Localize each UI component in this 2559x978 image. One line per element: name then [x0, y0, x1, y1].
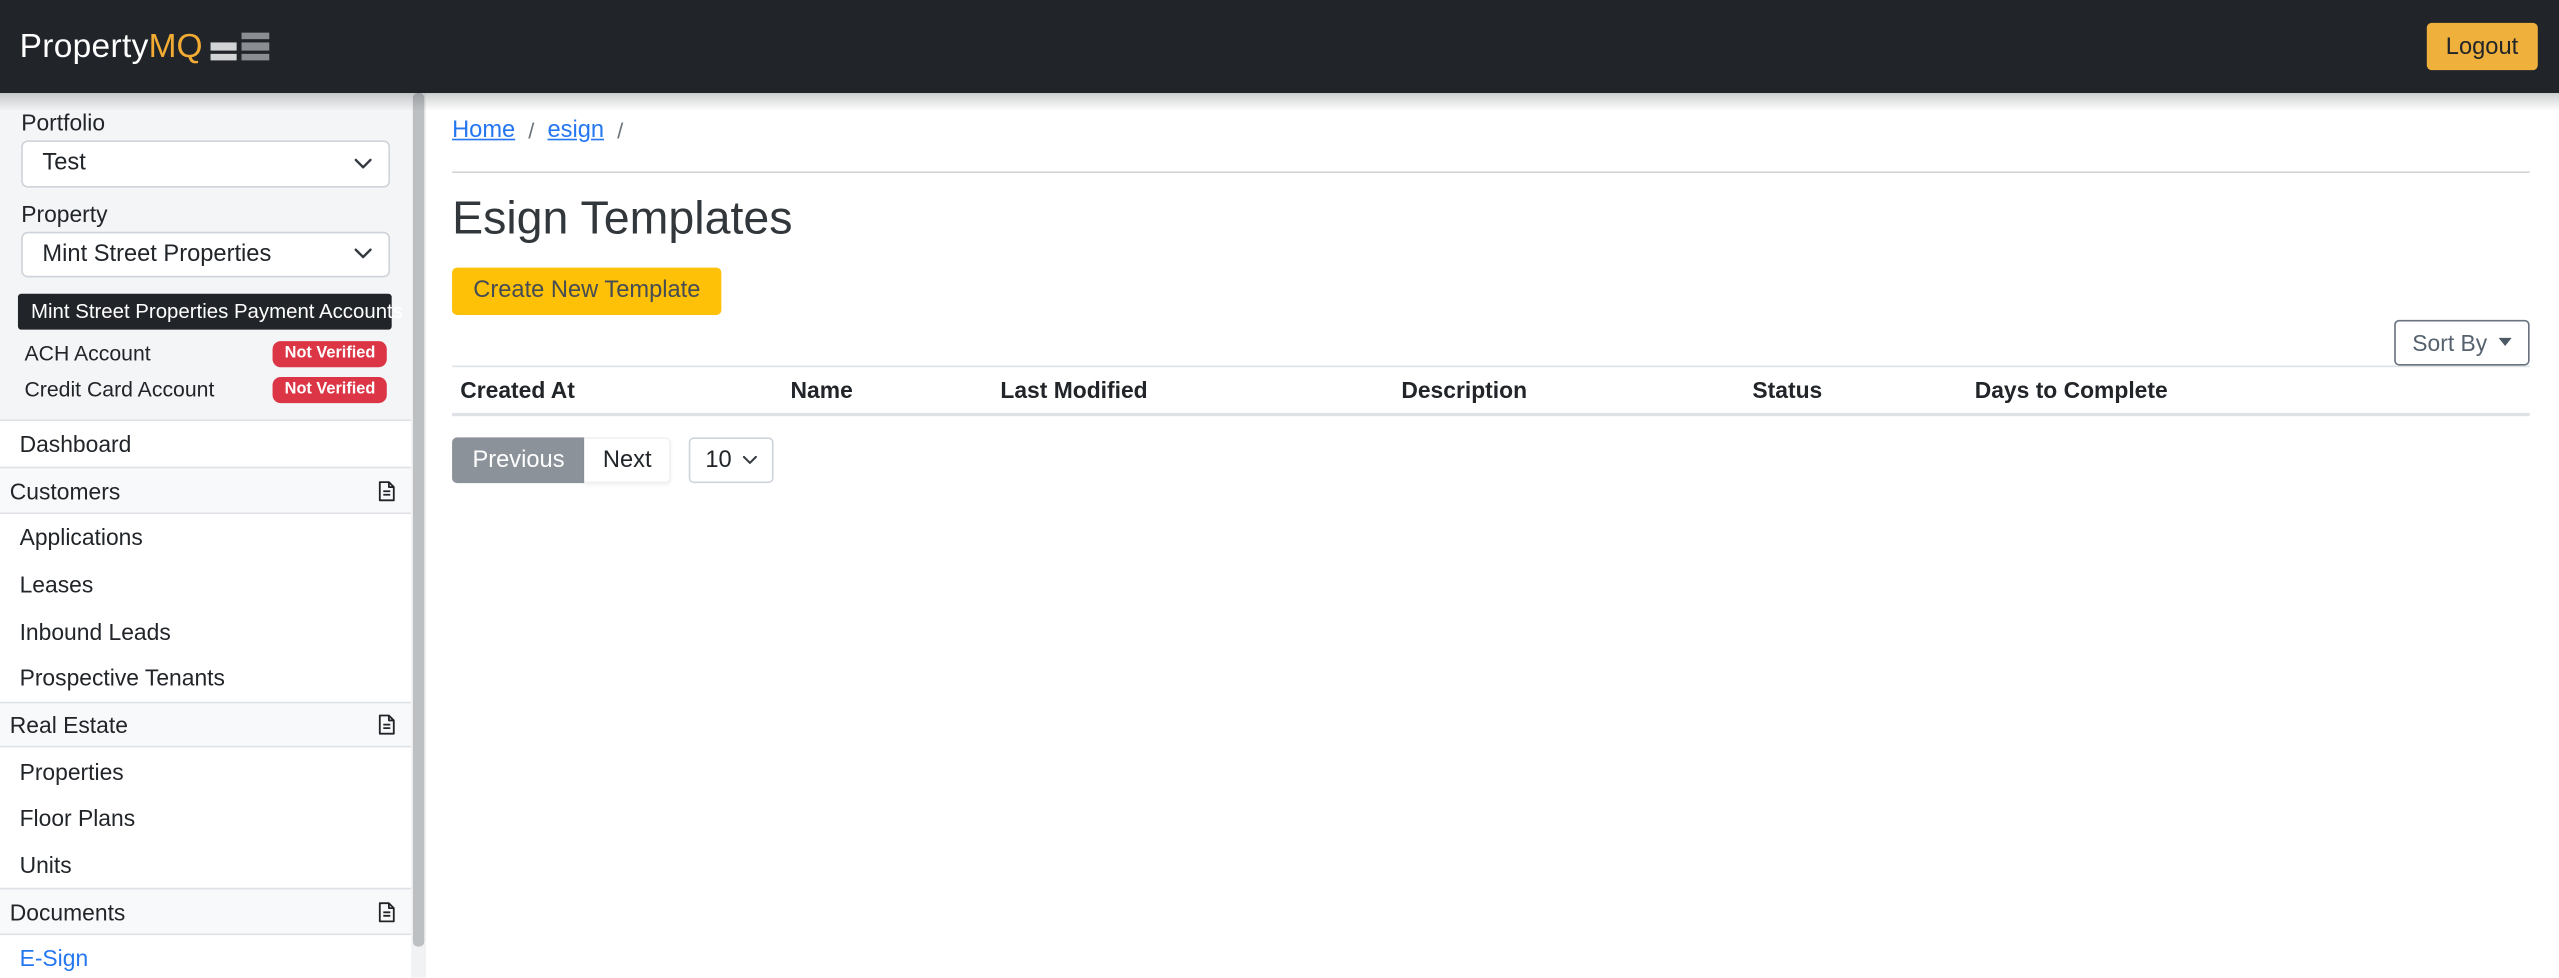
create-new-template-button[interactable]: Create New Template	[452, 268, 722, 315]
sidebar-label: Real Estate	[10, 712, 128, 738]
status-badge: Not Verified	[273, 340, 387, 366]
sidebar-item-properties[interactable]: Properties	[0, 748, 411, 795]
document-icon	[377, 900, 397, 923]
sidebar-label: Dashboard	[20, 431, 132, 457]
payment-accounts-header: Mint Street Properties Payment Accounts	[18, 294, 392, 329]
sidebar-nav: Dashboard Customers Applications Leases Inb…	[0, 419, 411, 978]
chevron-down-icon	[743, 455, 758, 465]
pagination: Previous Next 10	[452, 437, 2530, 483]
sidebar-item-applications[interactable]: Applications	[0, 514, 411, 561]
brand-text-mq: MQ	[149, 27, 203, 66]
caret-down-icon	[2499, 338, 2512, 346]
payment-account-row-credit-card-account: Credit Card Account Not Verified	[0, 371, 411, 407]
sidebar-label: Floor Plans	[20, 805, 136, 831]
main-content: Home / esign / Esign Templates Create New T…	[426, 93, 2559, 978]
page-size-select[interactable]: 10	[689, 437, 774, 483]
account-name: Credit Card Account	[24, 377, 214, 401]
sidebar-label: Properties	[20, 758, 124, 784]
document-icon	[377, 479, 397, 502]
property-select[interactable]: Mint Street Properties	[21, 231, 390, 278]
sidebar-label: E-Sign	[20, 946, 89, 972]
page-size-value: 10	[705, 447, 731, 473]
column-header-created-at: Created At	[452, 366, 782, 414]
scrollbar-thumb[interactable]	[413, 93, 424, 947]
brand-bars-icon	[211, 32, 270, 61]
breadcrumb-link-esign[interactable]: esign	[547, 118, 604, 146]
sort-by-label: Sort By	[2412, 329, 2487, 355]
property-select-value: Mint Street Properties	[42, 241, 271, 267]
payment-account-row-ach-account: ACH Account Not Verified	[0, 335, 411, 371]
column-header-description: Description	[1393, 366, 1744, 414]
sidebar-item-prospective-tenants[interactable]: Prospective Tenants	[0, 654, 411, 701]
column-header-name: Name	[782, 366, 992, 414]
templates-table: Created AtNameLast ModifiedDescriptionSt…	[452, 366, 2530, 417]
sidebar-label: Units	[20, 852, 72, 878]
sidebar-scrollbar[interactable]	[411, 93, 426, 978]
brand-text-property: Property	[20, 27, 149, 66]
sidebar-item-inbound-leads[interactable]: Inbound Leads	[0, 608, 411, 655]
breadcrumb-link-home[interactable]: Home	[452, 118, 515, 146]
sidebar-label: Leases	[20, 571, 94, 597]
breadcrumb-separator: /	[617, 118, 623, 146]
sidebar-item-dashboard[interactable]: Dashboard	[0, 420, 411, 467]
sidebar-section-real-estate[interactable]: Real Estate	[0, 701, 411, 748]
chevron-down-icon	[354, 158, 372, 169]
sidebar-section-documents[interactable]: Documents	[0, 888, 411, 935]
table-header-row: Created AtNameLast ModifiedDescriptionSt…	[452, 366, 2530, 414]
sidebar-label: Documents	[10, 899, 126, 925]
payment-accounts-list: ACH AccountNot VerifiedCredit Card Accou…	[0, 335, 411, 407]
sidebar-item-units[interactable]: Units	[0, 842, 411, 889]
logout-button[interactable]: Logout	[2426, 23, 2538, 70]
sidebar-label: Customers	[10, 477, 120, 503]
sidebar-label: Applications	[20, 524, 143, 550]
breadcrumb: Home / esign /	[452, 118, 2530, 146]
page-title: Esign Templates	[452, 189, 2530, 248]
table-toolbar: Sort By	[452, 319, 2530, 366]
document-icon	[377, 713, 397, 736]
sidebar-section-customers[interactable]: Customers	[0, 467, 411, 514]
sidebar-label: Inbound Leads	[20, 618, 171, 644]
app-viewport: PropertyMQ Logout Portfolio Test	[0, 0, 2559, 978]
sidebar-item-floor-plans[interactable]: Floor Plans	[0, 795, 411, 842]
column-header-last-modified: Last Modified	[992, 366, 1393, 414]
property-label: Property	[21, 200, 390, 226]
brand-logo: PropertyMQ	[20, 27, 270, 66]
account-name: ACH Account	[24, 341, 150, 365]
portfolio-select-value: Test	[42, 151, 85, 177]
divider	[452, 171, 2530, 173]
column-header-days-to-complete: Days to Complete	[1967, 366, 2530, 414]
sidebar-label: Prospective Tenants	[20, 665, 225, 691]
payment-accounts-title: Mint Street Properties Payment Accounts	[31, 300, 403, 323]
chevron-down-icon	[354, 248, 372, 259]
sidebar-item-leases[interactable]: Leases	[0, 561, 411, 608]
portfolio-label: Portfolio	[21, 109, 390, 135]
top-navbar: PropertyMQ Logout	[0, 0, 2559, 93]
sidebar-item-e-sign[interactable]: E-Sign	[0, 935, 411, 978]
portfolio-select[interactable]: Test	[21, 140, 390, 187]
next-page-button[interactable]: Next	[585, 437, 671, 483]
breadcrumb-separator: /	[528, 118, 534, 146]
previous-page-button[interactable]: Previous	[452, 437, 585, 483]
status-badge: Not Verified	[273, 376, 387, 402]
sort-by-dropdown[interactable]: Sort By	[2394, 319, 2529, 366]
column-header-status: Status	[1744, 366, 1966, 414]
sidebar: Portfolio Test Property Mint Street Prop…	[0, 93, 411, 978]
